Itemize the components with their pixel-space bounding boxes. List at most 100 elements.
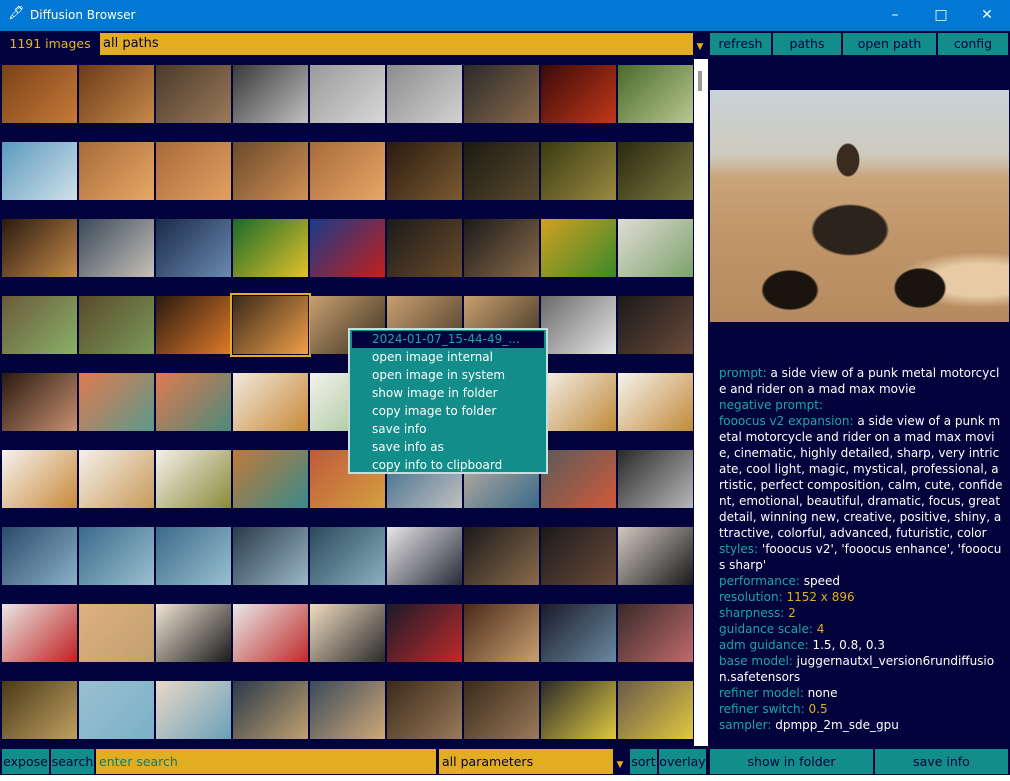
thumbnail[interactable]	[541, 65, 616, 123]
thumbnail[interactable]	[233, 527, 308, 585]
thumbnail[interactable]	[541, 373, 616, 431]
chevron-down-icon[interactable]: ▼	[613, 749, 627, 774]
thumbnail[interactable]	[618, 219, 693, 277]
menu-item-save-info-as[interactable]: save info as	[372, 440, 444, 454]
save-info-button[interactable]: save info	[875, 749, 1008, 774]
thumbnail[interactable]	[464, 681, 539, 739]
thumbnail[interactable]	[156, 681, 231, 739]
paths-button[interactable]: paths	[773, 33, 842, 55]
thumbnail[interactable]	[156, 604, 231, 662]
thumbnail[interactable]	[541, 527, 616, 585]
menu-item-open-system[interactable]: open image in system	[372, 368, 505, 382]
thumbnail[interactable]	[79, 527, 154, 585]
menu-item-copy-info[interactable]: copy info to clipboard	[372, 458, 502, 472]
thumbnail[interactable]	[464, 604, 539, 662]
close-button[interactable]: ✕	[964, 0, 1010, 31]
thumbnail[interactable]	[618, 373, 693, 431]
thumbnail[interactable]	[387, 65, 462, 123]
thumbnail[interactable]	[233, 373, 308, 431]
thumbnail[interactable]	[541, 142, 616, 200]
thumbnail[interactable]	[310, 604, 385, 662]
search-input[interactable]	[96, 749, 436, 774]
thumbnail[interactable]	[233, 219, 308, 277]
thumbnail[interactable]	[310, 219, 385, 277]
thumbnail[interactable]	[541, 296, 616, 354]
thumbnail[interactable]	[387, 219, 462, 277]
minimize-button[interactable]: –	[872, 0, 918, 31]
thumbnail[interactable]	[79, 373, 154, 431]
thumbnail[interactable]	[79, 65, 154, 123]
refresh-button[interactable]: refresh	[710, 33, 772, 55]
thumbnail[interactable]	[310, 681, 385, 739]
search-button[interactable]: search	[51, 749, 94, 774]
thumbnail[interactable]	[2, 681, 77, 739]
menu-item-copy-to-folder[interactable]: copy image to folder	[372, 404, 496, 418]
thumbnail[interactable]	[618, 142, 693, 200]
thumbnail[interactable]	[79, 681, 154, 739]
thumbnail[interactable]	[618, 681, 693, 739]
open-path-button[interactable]: open path	[843, 33, 937, 55]
menu-item-show-in-folder[interactable]: show image in folder	[372, 386, 498, 400]
thumbnail[interactable]	[310, 65, 385, 123]
thumbnail[interactable]	[156, 219, 231, 277]
thumbnail[interactable]	[464, 527, 539, 585]
thumbnail[interactable]	[79, 142, 154, 200]
thumbnail[interactable]	[541, 604, 616, 662]
thumbnail[interactable]	[387, 527, 462, 585]
thumbnail[interactable]	[618, 527, 693, 585]
maximize-button[interactable]: □	[918, 0, 964, 31]
thumbnail[interactable]	[464, 142, 539, 200]
thumbnail-grid[interactable]	[0, 59, 694, 746]
thumbnail[interactable]	[2, 373, 77, 431]
thumbnail[interactable]	[618, 296, 693, 354]
grid-scrollbar[interactable]	[694, 59, 708, 746]
path-dropdown[interactable]: all paths ▼	[100, 33, 707, 55]
thumbnail[interactable]	[387, 681, 462, 739]
thumbnail[interactable]	[2, 604, 77, 662]
thumbnail[interactable]	[387, 604, 462, 662]
thumbnail[interactable]	[541, 681, 616, 739]
thumbnail[interactable]	[156, 450, 231, 508]
thumbnail[interactable]	[233, 142, 308, 200]
menu-item-save-info[interactable]: save info	[372, 422, 426, 436]
menu-item-open-internal[interactable]: open image internal	[372, 350, 493, 364]
thumbnail[interactable]	[79, 604, 154, 662]
thumbnail[interactable]	[233, 604, 308, 662]
preview-image[interactable]	[710, 90, 1009, 322]
thumbnail[interactable]	[156, 296, 231, 354]
thumbnail[interactable]	[79, 296, 154, 354]
thumbnail[interactable]	[618, 65, 693, 123]
config-button[interactable]: config	[938, 33, 1009, 55]
thumbnail[interactable]	[2, 296, 77, 354]
show-in-folder-button[interactable]: show in folder	[710, 749, 873, 774]
thumbnail[interactable]	[541, 219, 616, 277]
thumbnail[interactable]	[464, 219, 539, 277]
sort-button[interactable]: sort	[630, 749, 657, 774]
thumbnail[interactable]	[618, 450, 693, 508]
thumbnail[interactable]	[541, 450, 616, 508]
thumbnail[interactable]	[230, 293, 311, 357]
thumbnail[interactable]	[79, 450, 154, 508]
parameter-dropdown[interactable]: all parameters ▼	[439, 749, 627, 774]
thumbnail[interactable]	[156, 65, 231, 123]
chevron-down-icon[interactable]: ▼	[693, 33, 707, 55]
thumbnail[interactable]	[79, 219, 154, 277]
thumbnail[interactable]	[387, 142, 462, 200]
thumbnail[interactable]	[2, 65, 77, 123]
thumbnail[interactable]	[233, 65, 308, 123]
thumbnail[interactable]	[156, 142, 231, 200]
thumbnail[interactable]	[156, 527, 231, 585]
thumbnail[interactable]	[2, 142, 77, 200]
overlay-button[interactable]: overlay	[659, 749, 706, 774]
thumbnail[interactable]	[464, 65, 539, 123]
thumbnail[interactable]	[2, 450, 77, 508]
thumbnail[interactable]	[233, 681, 308, 739]
thumbnail[interactable]	[618, 604, 693, 662]
thumbnail[interactable]	[2, 527, 77, 585]
thumbnail[interactable]	[156, 373, 231, 431]
thumbnail[interactable]	[310, 527, 385, 585]
expose-button[interactable]: expose	[2, 749, 49, 774]
thumbnail[interactable]	[233, 450, 308, 508]
thumbnail[interactable]	[2, 219, 77, 277]
thumbnail[interactable]	[310, 142, 385, 200]
